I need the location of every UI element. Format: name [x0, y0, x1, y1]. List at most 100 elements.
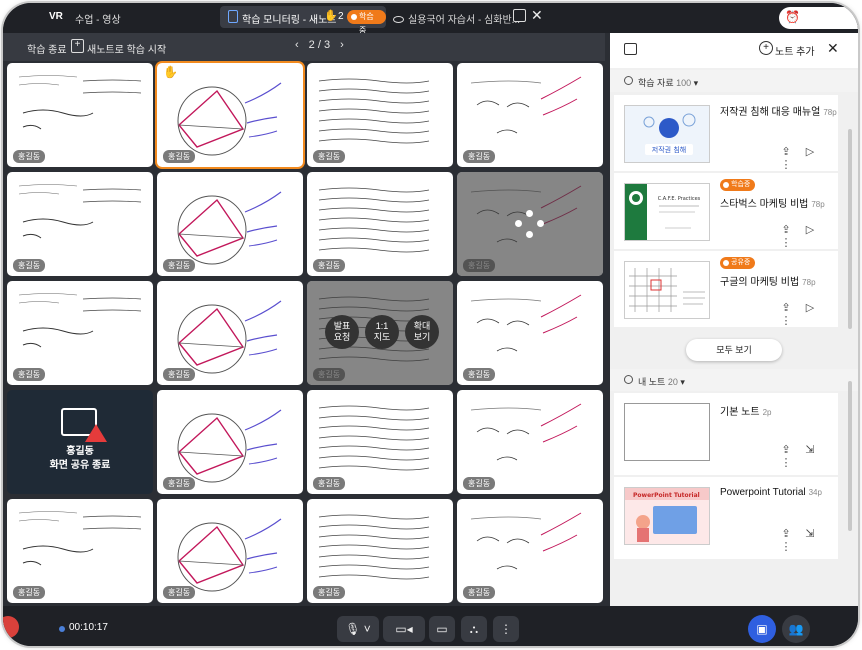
- student-tile[interactable]: 홍길동: [7, 63, 153, 167]
- notebook-panel-button[interactable]: ▣: [748, 615, 776, 643]
- export-icon[interactable]: ⇲: [798, 527, 822, 540]
- view-all-button[interactable]: 모두 보기: [686, 339, 782, 361]
- student-name-badge: 홍길동: [313, 586, 346, 599]
- material-item[interactable]: 저작권 침해 저작권 침해 대응 매뉴얼 78p ⇪ ▷⋮: [614, 95, 838, 171]
- play-icon[interactable]: ▷: [798, 145, 822, 158]
- student-tile[interactable]: 홍길동: [457, 172, 603, 276]
- student-name-badge: 홍길동: [13, 259, 46, 272]
- share-arrow-icon[interactable]: ⇪: [774, 301, 798, 314]
- student-name-badge: 홍길동: [463, 586, 496, 599]
- zoom-view-button[interactable]: 확대 보기: [405, 315, 439, 349]
- student-name-badge: 홍길동: [463, 368, 496, 381]
- student-name-badge: 홍길동: [463, 150, 496, 163]
- note-item[interactable]: PowerPoint Tutorial Powerpoint Tutorial 3…: [614, 477, 838, 559]
- student-name-badge: 홍길동: [313, 150, 346, 163]
- student-tile[interactable]: 홍길동: [157, 390, 303, 494]
- student-tile[interactable]: 홍길동: [457, 281, 603, 385]
- material-title: 저작권 침해 대응 매뉴얼 78p: [720, 107, 837, 118]
- end-learning-button[interactable]: 학습 종료: [27, 41, 67, 56]
- tab-learning-monitoring[interactable]: 학습 모니터링 - 새노트 ✋ 2 학습중: [220, 6, 386, 35]
- ppt-thumb: PowerPoint Tutorial: [625, 488, 709, 544]
- share-arrow-icon[interactable]: ⇪: [774, 145, 798, 158]
- play-icon[interactable]: ▷: [798, 301, 822, 314]
- timer-tag[interactable]: ⏰: [779, 7, 858, 29]
- more-icon[interactable]: ⋮: [774, 236, 798, 249]
- student-name-badge: 홍길동: [13, 150, 46, 163]
- participants-button[interactable]: 👥: [782, 615, 810, 643]
- app-logo: VR: [49, 11, 63, 22]
- more-icon[interactable]: ⋮: [774, 456, 798, 469]
- close-icon[interactable]: ✕: [531, 7, 543, 24]
- play-icon[interactable]: ▷: [798, 223, 822, 236]
- starbucks-thumb: C.A.F.E. Practices: [625, 184, 709, 240]
- share-arrow-icon[interactable]: ⇪: [774, 223, 798, 236]
- student-name-badge: 홍길동: [163, 477, 196, 490]
- student-tile[interactable]: 홍길동: [7, 281, 153, 385]
- copyright-thumb: 저작권 침해: [625, 106, 709, 162]
- camera-button[interactable]: ▭◂: [383, 616, 425, 642]
- material-item[interactable]: 공유중 구글의 마케팅 비법 78p ⇪ ▷⋮: [614, 251, 838, 327]
- status-badge: 학습중: [347, 10, 386, 35]
- student-name-badge: 홍길동: [313, 259, 346, 272]
- one-on-one-button[interactable]: 1:1 지도: [365, 315, 399, 349]
- student-tile[interactable]: 홍길동 ✋: [157, 63, 303, 167]
- student-tile[interactable]: 홍길동: [457, 390, 603, 494]
- notebook-icon: ▣: [756, 622, 768, 636]
- student-tile[interactable]: 홍길동: [307, 63, 453, 167]
- elapsed-time: 00:10:17: [69, 622, 108, 633]
- record-button[interactable]: [3, 616, 19, 638]
- page-indicator: 2 / 3: [308, 39, 331, 51]
- notes-section-header[interactable]: 내 노트 20 ▾: [610, 369, 858, 391]
- more-icon[interactable]: ⋮: [774, 314, 798, 327]
- microphone-button[interactable]: 🎙 ˅: [337, 616, 379, 642]
- export-icon[interactable]: ⇲: [798, 443, 822, 456]
- student-tile[interactable]: 홍길동: [307, 172, 453, 276]
- student-name-badge: 홍길동: [163, 368, 196, 381]
- student-name-badge: 홍길동: [163, 259, 196, 272]
- note-actions: ⇪ ⇲⋮: [774, 443, 838, 469]
- new-note-start-button[interactable]: 새노트로 학습 시작: [71, 39, 166, 56]
- materials-scrollbar[interactable]: [848, 129, 852, 329]
- student-name-badge: 홍길동: [163, 586, 196, 599]
- notes-header-label: 내 노트: [638, 377, 666, 387]
- more-icon[interactable]: ⋮: [774, 540, 798, 553]
- screen-share-button[interactable]: ▭: [429, 616, 455, 642]
- share-arrow-icon[interactable]: ⇪: [774, 443, 798, 456]
- student-tile[interactable]: 홍길동 화면 공유 종료: [7, 390, 153, 494]
- breadcrumb[interactable]: 수업 - 영상: [75, 11, 121, 26]
- camera-icon: ▭◂: [395, 622, 413, 636]
- material-item[interactable]: C.A.F.E. Practices 학습중 스타벅스 마케팅 비법 78p ⇪ ▷…: [614, 173, 838, 249]
- present-request-button[interactable]: 발표 요청: [325, 315, 359, 349]
- material-title: 스타벅스 마케팅 비법 78p: [720, 199, 825, 210]
- material-actions: ⇪ ▷⋮: [774, 145, 838, 171]
- student-tile[interactable]: 홍길동: [7, 172, 153, 276]
- external-link-icon[interactable]: [513, 9, 526, 22]
- materials-section-header[interactable]: 학습 자료 100 ▾: [610, 70, 858, 92]
- student-tile[interactable]: 홍길동: [157, 172, 303, 276]
- student-tile[interactable]: 홍길동: [7, 499, 153, 603]
- close-panel-icon[interactable]: ✕: [827, 40, 839, 57]
- student-name: 홍길동: [66, 446, 94, 457]
- student-tile[interactable]: 홍길동: [457, 499, 603, 603]
- next-page-button[interactable]: ›: [340, 39, 344, 51]
- raised-hand-icon: ✋: [163, 65, 178, 79]
- network-button[interactable]: ⛬: [461, 616, 487, 642]
- tab-textbook[interactable]: 실용국어 자습서 - 심화반...: [393, 11, 520, 26]
- add-note-button[interactable]: 노트 추가: [759, 41, 815, 58]
- material-actions: ⇪ ▷⋮: [774, 223, 838, 249]
- student-tile[interactable]: 홍길동발표요청1:1지도확대보기: [307, 281, 453, 385]
- notes-scrollbar[interactable]: [848, 381, 852, 531]
- notebook-icon: [624, 43, 637, 55]
- student-tile[interactable]: 홍길동: [157, 281, 303, 385]
- more-options-button[interactable]: ⋮: [493, 616, 519, 642]
- student-tile[interactable]: 홍길동: [307, 499, 453, 603]
- note-item[interactable]: 기본 노트 2p ⇪ ⇲⋮: [614, 393, 838, 475]
- share-arrow-icon[interactable]: ⇪: [774, 527, 798, 540]
- more-icon[interactable]: ⋮: [774, 158, 798, 171]
- app-window: VR 수업 - 영상 학습 모니터링 - 새노트 ✋ 2 학습중 실용국어 자습…: [3, 3, 858, 646]
- student-tile[interactable]: 홍길동: [157, 499, 303, 603]
- student-name-badge: 홍길동: [463, 477, 496, 490]
- student-tile[interactable]: 홍길동: [307, 390, 453, 494]
- prev-page-button[interactable]: ‹: [295, 39, 299, 51]
- student-tile[interactable]: 홍길동: [457, 63, 603, 167]
